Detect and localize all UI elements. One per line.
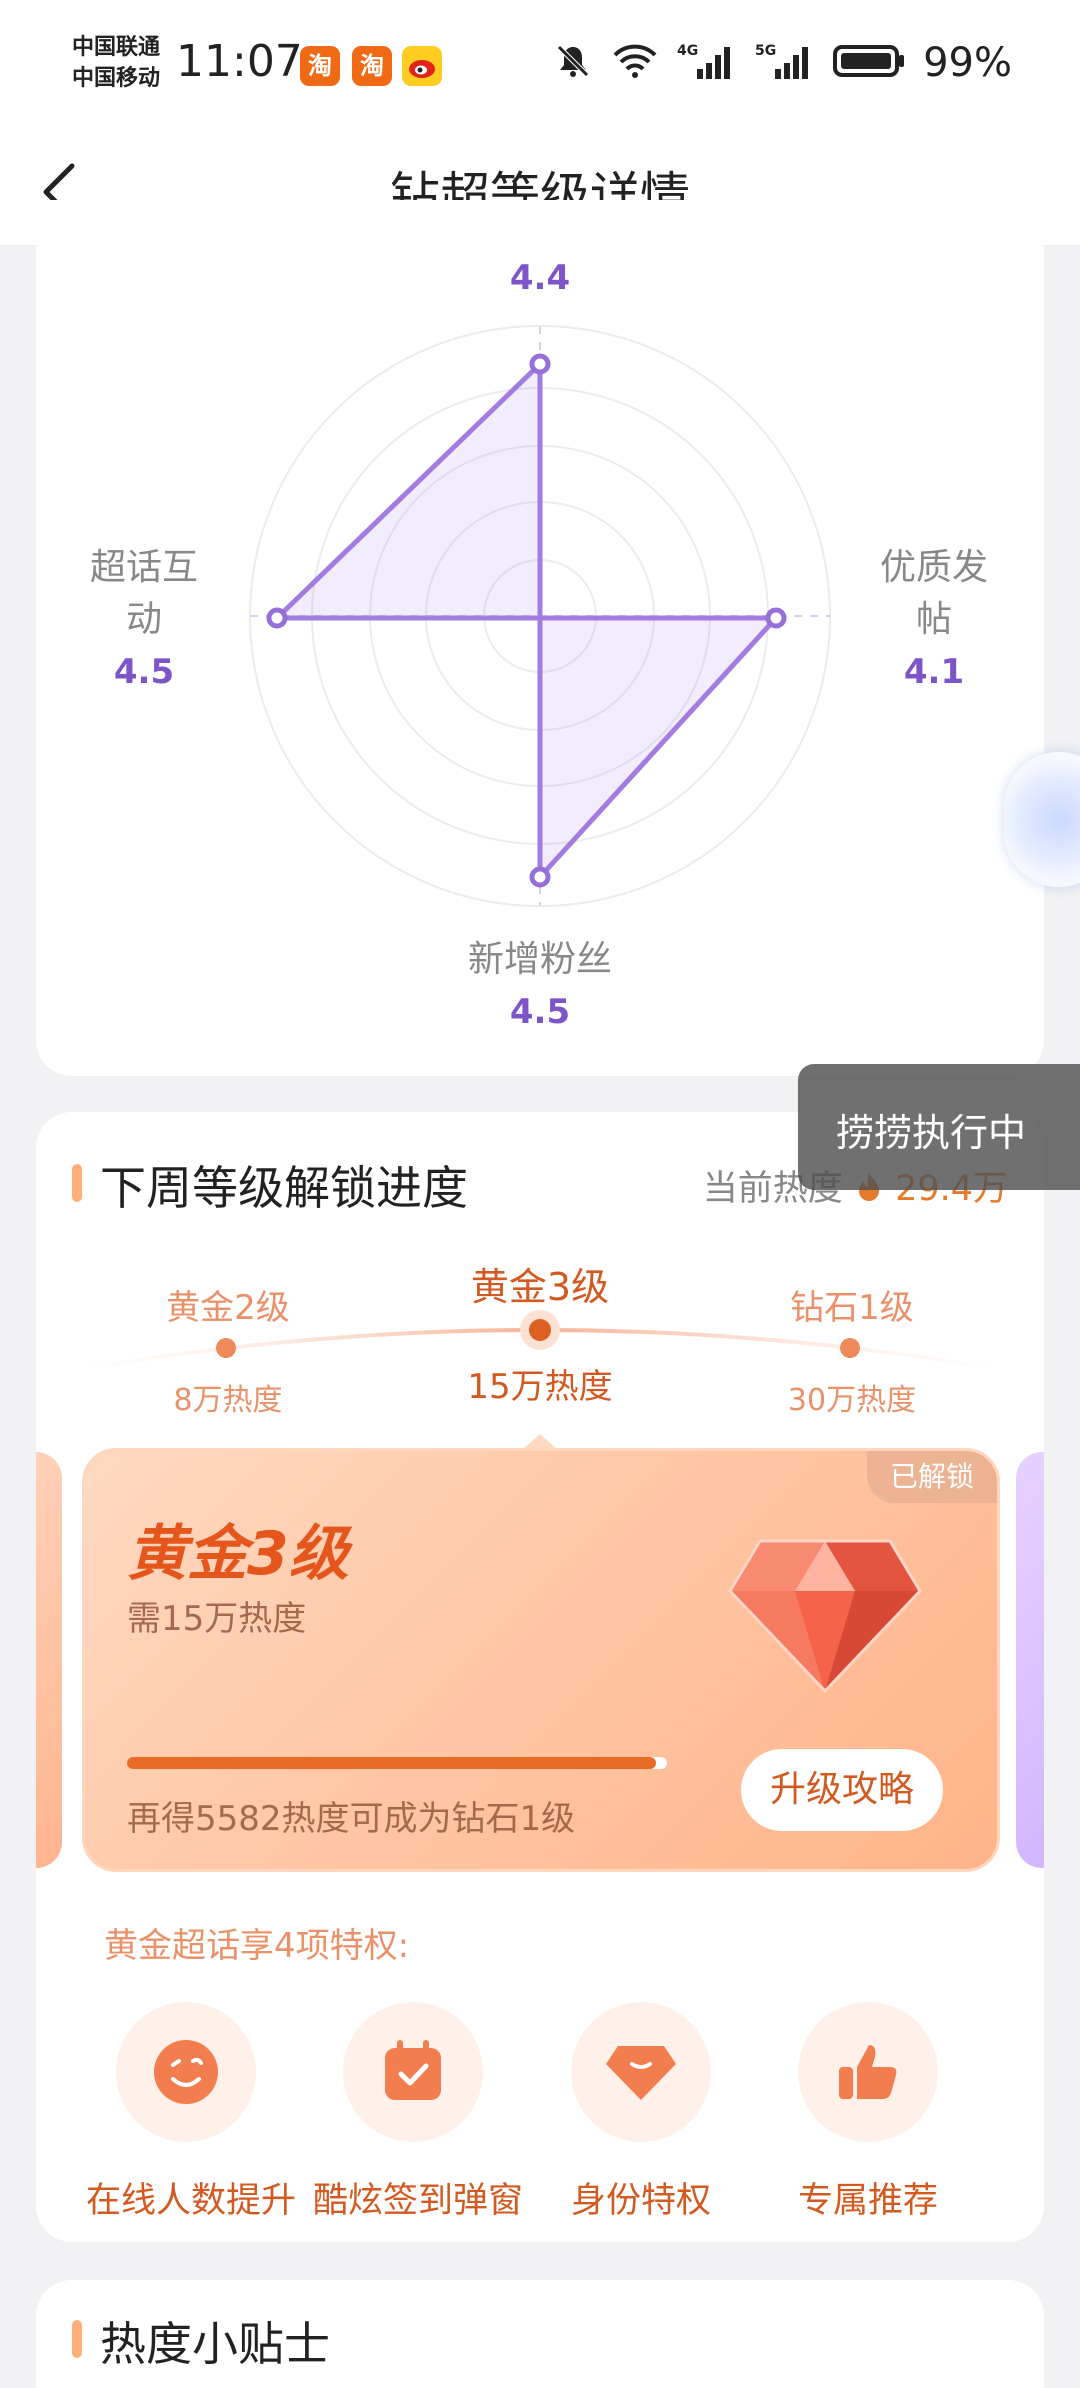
status-bar: 中国联通 中国移动 11:07 淘 淘 4G 5G 99%: [0, 0, 1080, 130]
calendar-check-icon: [385, 2040, 441, 2100]
level-node-3[interactable]: 钻石1级 30万热度: [752, 1280, 952, 1419]
perk-label: 身份特权: [570, 2181, 711, 2221]
perk-label: 在线人数提升: [86, 2181, 297, 2221]
svg-text:5G: 5G: [755, 43, 776, 59]
battery-icon: [833, 41, 905, 85]
level-card-requirement: 需15万热度: [127, 1599, 307, 1639]
signal-4g-icon: 4G: [677, 41, 737, 85]
level-name: 钻石1级: [790, 1288, 914, 1328]
radar-left-label: 超话互动: [89, 547, 198, 640]
signal-5g-icon: 5G: [755, 41, 815, 85]
perk-icon-bg: [798, 2002, 938, 2142]
radar-left-value: 4.5: [113, 652, 175, 692]
perk-label: 酷炫签到弹窗: [313, 2181, 524, 2221]
weibo-notification-icon: [402, 46, 442, 86]
next-level-card[interactable]: [1016, 1452, 1044, 1868]
perk-item-identity[interactable]: 身份特权: [541, 2002, 741, 2223]
battery-percent: 99%: [923, 40, 1012, 86]
taobao-notification-icon: 淘: [300, 46, 340, 86]
radar-point-bottom: [529, 866, 551, 888]
carrier-1: 中国联通: [72, 35, 161, 60]
radar-bottom: 新增粉丝 4.5: [440, 934, 640, 1038]
thumbs-up-icon: [839, 2045, 897, 2099]
tips-card: 热度小贴士: [36, 2280, 1044, 2388]
perk-icon-bg: [571, 2002, 711, 2142]
level-progress-bar: [127, 1757, 667, 1769]
diamond-badge-icon: [606, 2046, 676, 2100]
wifi-icon: [611, 41, 659, 85]
radar-point-top: [529, 353, 551, 375]
perk-icon-bg: [343, 2002, 483, 2142]
diamond-icon: [728, 1539, 922, 1694]
svg-text:4G: 4G: [677, 43, 698, 59]
unlock-section-title: 下周等级解锁进度: [100, 1161, 468, 1215]
section-accent-bar: [72, 1164, 82, 1202]
level-progress-fill: [127, 1757, 657, 1769]
level-name-active: 黄金3级: [470, 1265, 610, 1309]
radar-bottom-label: 新增粉丝: [467, 939, 612, 980]
level-card[interactable]: 已解锁 黄金3级 需15万热度 再得5582热度可成为钻石1级 升级攻略: [82, 1448, 1000, 1872]
taobao-notification-icon-2: 淘: [352, 46, 392, 86]
tips-section-title: 热度小贴士: [100, 2317, 330, 2371]
radar-right-label: 优质发帖: [879, 547, 988, 640]
carrier-2: 中国移动: [72, 66, 161, 91]
radar-point-left: [266, 607, 288, 629]
level-heat: 30万热度: [787, 1383, 917, 1418]
perks-title: 黄金超话享4项特权:: [104, 1926, 410, 1966]
perk-item-online-boost[interactable]: 在线人数提升: [86, 2002, 297, 2223]
level-card-title: 黄金3级: [127, 1519, 349, 1589]
perk-item-signin-popup[interactable]: 酷炫签到弹窗: [313, 2002, 524, 2223]
level-heat: 8万热度: [173, 1383, 283, 1418]
radar-bottom-value: 4.5: [509, 992, 571, 1032]
unlocked-badge: 已解锁: [867, 1451, 997, 1503]
mute-bell-icon: [553, 41, 593, 85]
radar-shape: [274, 361, 779, 880]
radar-top: 4.4: [490, 252, 590, 304]
perk-icon-bg: [116, 2002, 256, 2142]
prev-level-card[interactable]: [36, 1452, 62, 1868]
radar-right: 优质发帖 4.1: [874, 542, 994, 698]
radar-right-value: 4.1: [903, 652, 965, 692]
level-heat-active: 15万热度: [467, 1367, 613, 1407]
smile-face-icon: [154, 2040, 218, 2104]
level-node-2[interactable]: 黄金3级 15万热度: [440, 1256, 640, 1408]
radar-card: 4.4 超话互动 4.5 优质发帖 4.1 新增粉丝 4.5: [36, 200, 1044, 1076]
radar-left: 超话互动 4.5: [84, 542, 204, 698]
section-accent-bar: [72, 2320, 82, 2358]
level-node-1[interactable]: 黄金2级 8万热度: [128, 1280, 328, 1419]
level-progress-note: 再得5582热度可成为钻石1级: [127, 1799, 576, 1839]
toast-message: 捞捞执行中: [798, 1064, 1080, 1190]
clock: 11:07: [176, 36, 303, 87]
perk-label: 专属推荐: [797, 2181, 938, 2221]
perk-item-recommend[interactable]: 专属推荐: [768, 2002, 968, 2223]
level-name: 黄金2级: [166, 1288, 290, 1328]
status-icons: 4G 5G 99%: [553, 40, 1012, 86]
radar-top-value: 4.4: [509, 258, 571, 298]
radar-point-right: [765, 607, 787, 629]
upgrade-guide-button[interactable]: 升级攻略: [741, 1749, 943, 1831]
floating-assistant-button[interactable]: [1004, 752, 1080, 887]
carrier-labels: 中国联通 中国移动: [72, 32, 160, 94]
